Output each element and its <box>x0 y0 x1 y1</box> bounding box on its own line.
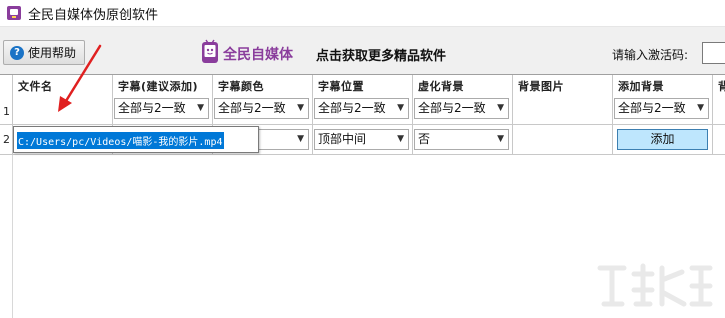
toolbar: ? 使用帮助 全民自媒体 点击获取更多精品软件 请输入激活码: <box>0 26 725 74</box>
blur-dropdown-row2-value: 否 <box>418 132 431 146</box>
position-dropdown-row1-value: 全部与2一致 <box>318 101 386 115</box>
title-bar: 全民自媒体伪原创软件 <box>0 0 725 26</box>
chevron-down-icon: ▼ <box>697 103 704 113</box>
chevron-down-icon: ▼ <box>197 103 204 113</box>
brand-name: 全民自媒体 <box>223 47 293 63</box>
chevron-down-icon: ▼ <box>297 134 304 144</box>
column-header-truncated: 背 <box>718 80 725 93</box>
blur-dropdown-row1-value: 全部与2一致 <box>418 101 486 115</box>
chevron-down-icon: ▼ <box>497 103 504 113</box>
watermark-logo-icon <box>597 263 713 307</box>
activation-code-label: 请输入激活码: <box>612 48 689 62</box>
column-header-subtitle-color: 字幕颜色 <box>218 80 264 93</box>
column-header-filename: 文件名 <box>18 80 53 93</box>
subtitle-dropdown-row1[interactable]: 全部与2一致 ▼ <box>114 98 209 119</box>
help-button[interactable]: ? 使用帮助 <box>3 40 85 65</box>
column-header-subtitle: 字幕(建议添加) <box>118 80 199 93</box>
promo-link[interactable]: 点击获取更多精品软件 <box>316 45 446 64</box>
chevron-down-icon: ▼ <box>297 103 304 113</box>
app-logo-icon <box>7 6 21 20</box>
subtitle-dropdown-row1-value: 全部与2一致 <box>118 101 186 115</box>
brand-logo-icon <box>202 39 218 63</box>
add-background-button[interactable]: 添加 <box>617 129 708 150</box>
column-header-add-background: 添加背景 <box>618 80 664 93</box>
column-header-background-image: 背景图片 <box>518 80 564 93</box>
column-header-subtitle-position: 字幕位置 <box>318 80 364 93</box>
chevron-down-icon: ▼ <box>397 134 404 144</box>
window-title: 全民自媒体伪原创软件 <box>28 8 159 23</box>
position-dropdown-row2-value: 顶部中间 <box>318 132 367 146</box>
activation-code-input[interactable] <box>702 42 725 64</box>
help-button-label: 使用帮助 <box>28 46 77 60</box>
color-dropdown-row1-value: 全部与2一致 <box>218 101 286 115</box>
position-dropdown-row1[interactable]: 全部与2一致 ▼ <box>314 98 409 119</box>
blur-dropdown-row1[interactable]: 全部与2一致 ▼ <box>414 98 509 119</box>
blur-dropdown-row2[interactable]: 否 ▼ <box>414 129 509 150</box>
chevron-down-icon: ▼ <box>397 103 404 113</box>
question-icon: ? <box>10 45 24 60</box>
column-header-blur-background: 虚化背景 <box>418 80 464 93</box>
file-path-selected-text[interactable]: C:/Users/pc/Videos/喵影-我的影片.mp4 <box>17 132 224 149</box>
position-dropdown-row2[interactable]: 顶部中间 ▼ <box>314 129 409 150</box>
color-dropdown-row1[interactable]: 全部与2一致 ▼ <box>214 98 309 119</box>
file-path-editor[interactable]: C:/Users/pc/Videos/喵影-我的影片.mp4 <box>13 126 259 153</box>
add-background-dropdown-row1[interactable]: 全部与2一致 ▼ <box>614 98 709 119</box>
chevron-down-icon: ▼ <box>497 134 504 144</box>
row-number-2: 2 <box>3 133 10 146</box>
add-background-dropdown-row1-value: 全部与2一致 <box>618 101 686 115</box>
row-number-1: 1 <box>3 105 10 118</box>
